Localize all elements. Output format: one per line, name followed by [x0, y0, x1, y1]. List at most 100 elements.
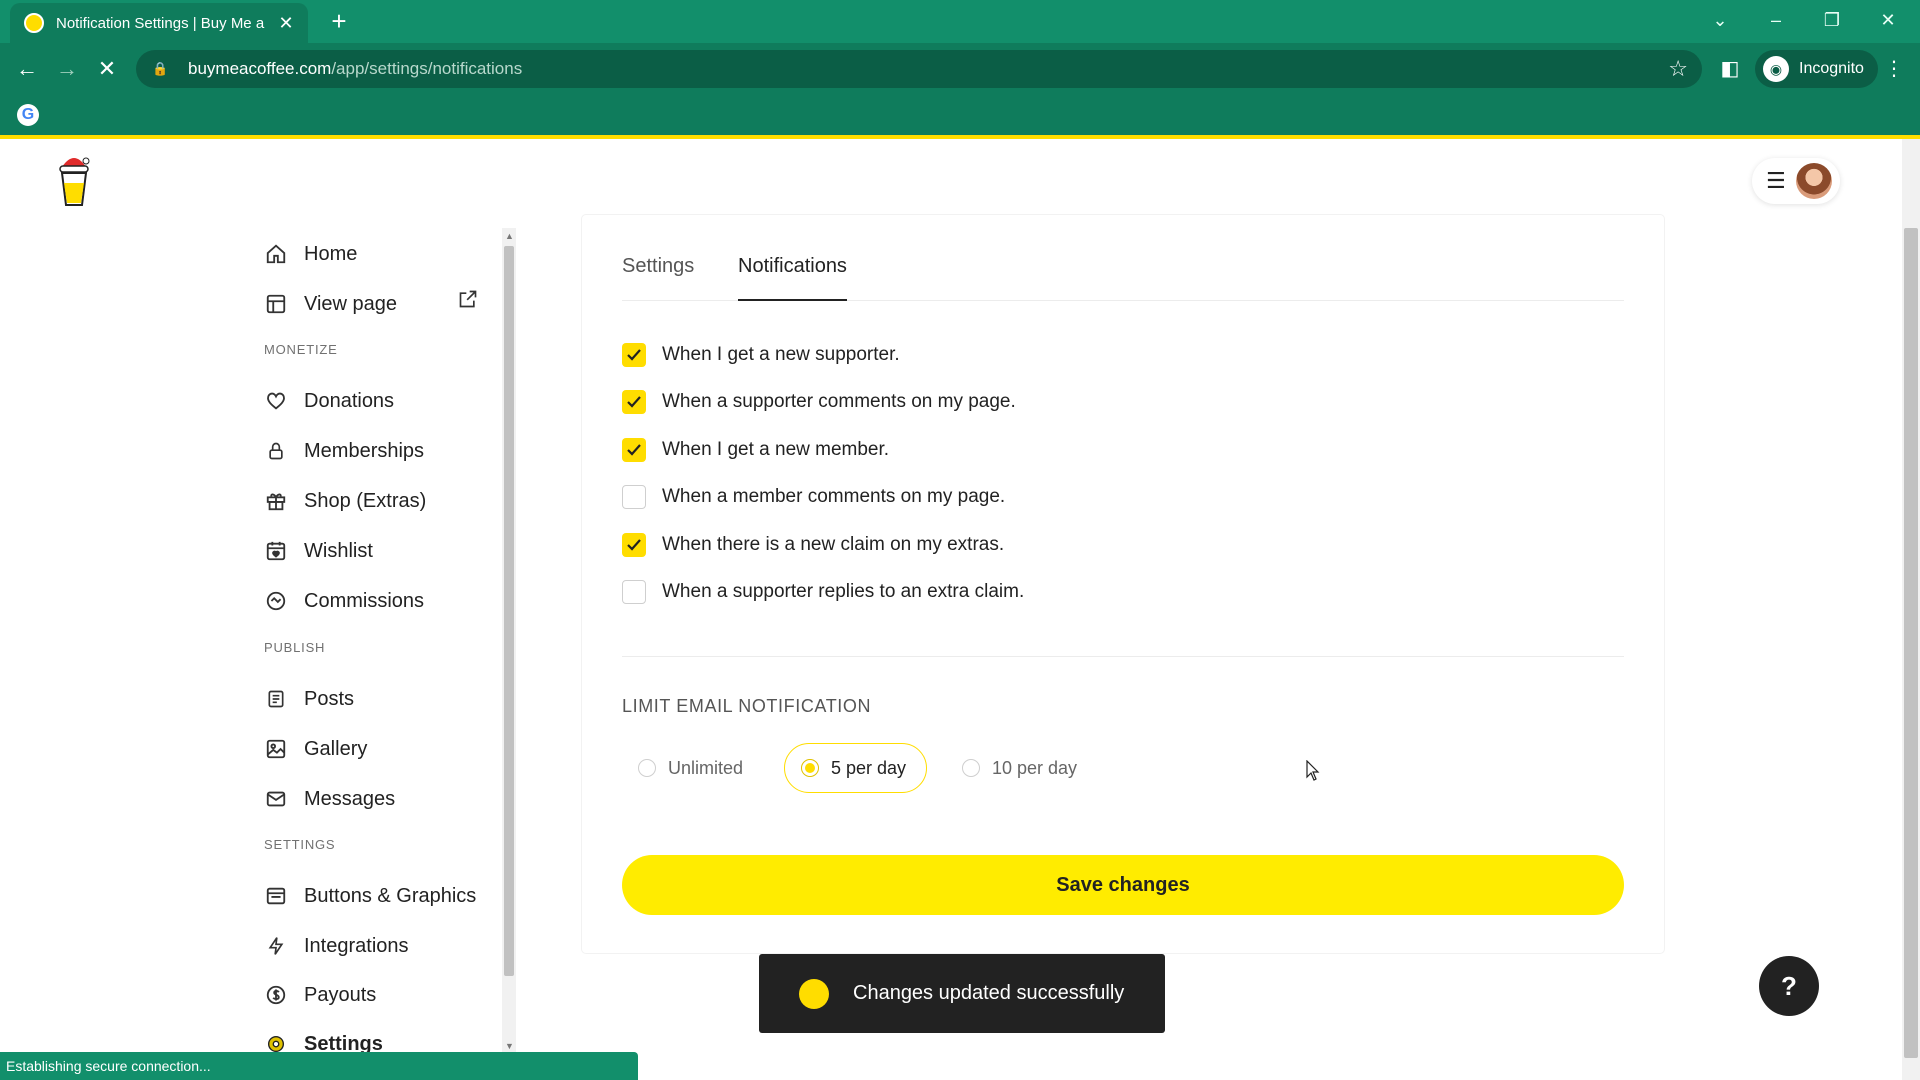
sidebar-item-label: View page	[304, 292, 398, 315]
toast-status-icon	[799, 978, 829, 1009]
notification-option-label: When I get a new supporter.	[662, 344, 900, 365]
notification-option[interactable]: When a supporter comments on my page.	[622, 389, 1016, 415]
tab-settings[interactable]: Settings	[622, 255, 694, 301]
document-icon	[264, 687, 288, 711]
minimize-button[interactable]: –	[1748, 0, 1804, 43]
sidebar-item-label: Messages	[304, 787, 396, 810]
layout-icon	[264, 292, 288, 316]
checkbox-unchecked[interactable]	[622, 580, 646, 604]
back-button[interactable]: ←	[10, 52, 44, 86]
notification-option[interactable]: When I get a new member.	[622, 437, 889, 463]
radio-10-per-day[interactable]: 10 per day	[946, 743, 1097, 793]
notification-option-label: When I get a new member.	[662, 439, 890, 460]
sidebar-item-payouts[interactable]: Payouts	[264, 980, 376, 1010]
favicon-icon	[24, 13, 44, 33]
mail-icon	[264, 787, 288, 811]
new-tab-button[interactable]: +	[324, 6, 354, 36]
tab-search-icon[interactable]: ⌄	[1692, 0, 1748, 43]
notification-option[interactable]: When a supporter replies to an extra cla…	[622, 579, 1024, 605]
sidebar-item-memberships[interactable]: Memberships	[264, 436, 424, 466]
page-scrollbar-thumb[interactable]	[1904, 228, 1918, 1058]
avatar	[1795, 163, 1832, 199]
checkbox-checked[interactable]	[622, 438, 646, 462]
sidebar-item-wishlist[interactable]: Wishlist	[264, 536, 373, 566]
tab-bar: Settings Notifications	[622, 243, 1624, 301]
sidebar-item-gallery[interactable]: Gallery	[264, 734, 367, 764]
sidebar-item-commissions[interactable]: Commissions	[264, 586, 424, 616]
tab-title: Notification Settings | Buy Me a	[56, 14, 265, 32]
sidebar-item-label: Wishlist	[304, 539, 373, 562]
notification-option[interactable]: When there is a new claim on my extras.	[622, 532, 1004, 558]
browser-menu-icon[interactable]: ⋮	[1882, 57, 1906, 81]
sidebar-item-posts[interactable]: Posts	[264, 684, 354, 714]
buymeacoffee-logo[interactable]	[56, 153, 92, 207]
tab-close-icon[interactable]: ✕	[276, 13, 296, 34]
stop-loading-button[interactable]: ✕	[90, 52, 124, 86]
success-toast: Changes updated successfully	[759, 954, 1165, 1033]
lightning-icon	[264, 934, 288, 958]
sidebar-item-shop[interactable]: Shop (Extras)	[264, 486, 426, 516]
bookmarks-bar: G	[0, 95, 1920, 135]
sidebar-item-label: Integrations	[304, 934, 409, 957]
sidebar-scrollbar-thumb[interactable]	[504, 246, 514, 976]
url-host: buymeacoffee.com	[188, 59, 332, 78]
notification-option-label: When a supporter comments on my page.	[662, 391, 1016, 412]
limit-email-title: LIMIT EMAIL NOTIFICATION	[622, 696, 872, 716]
help-button[interactable]: ?	[1759, 956, 1819, 1016]
sidebar-scroll-down-icon[interactable]: ▼	[505, 1042, 514, 1051]
heart-icon	[264, 389, 288, 413]
window-close-button[interactable]: ✕	[1860, 0, 1916, 43]
sidebar-item-label: Payouts	[304, 983, 377, 1006]
incognito-badge[interactable]: ◉ Incognito	[1755, 50, 1878, 88]
radio-icon	[962, 759, 980, 777]
radio-icon	[638, 759, 656, 777]
checkbox-unchecked[interactable]	[622, 485, 646, 509]
sidebar-item-view-page[interactable]: View page	[264, 289, 397, 319]
bookmark-star-icon[interactable]: ☆	[1668, 56, 1688, 82]
tab-notifications[interactable]: Notifications	[738, 255, 847, 301]
checkbox-checked[interactable]	[622, 390, 646, 414]
google-icon[interactable]: G	[17, 104, 39, 126]
url-bar[interactable]: 🔒 buymeacoffee.com/app/settings/notifica…	[136, 50, 1702, 88]
radio-unlimited[interactable]: Unlimited	[622, 743, 763, 793]
section-label-publish: PUBLISH	[264, 640, 326, 655]
side-panel-icon[interactable]: ◧	[1718, 57, 1742, 81]
radio-5-per-day[interactable]: 5 per day	[784, 743, 928, 793]
incognito-label: Incognito	[1799, 60, 1864, 77]
checkbox-checked[interactable]	[622, 533, 646, 557]
page: ☰ Home View page MONETIZE Donations Memb…	[0, 139, 1920, 1080]
external-link-icon[interactable]	[458, 289, 478, 309]
sidebar-item-home[interactable]: Home	[264, 239, 357, 269]
gift-icon	[264, 489, 288, 513]
sidebar-item-label: Buttons & Graphics	[304, 884, 477, 907]
checkbox-checked[interactable]	[622, 343, 646, 367]
restore-button[interactable]: ❐	[1804, 0, 1860, 43]
sidebar-scroll-up-icon[interactable]: ▲	[505, 232, 514, 241]
sidebar: Home View page MONETIZE Donations Member…	[248, 229, 518, 989]
notification-option-label: When a supporter replies to an extra cla…	[662, 581, 1025, 602]
toast-message: Changes updated successfully	[853, 982, 1125, 1004]
sidebar-item-buttons-graphics[interactable]: Buttons & Graphics	[264, 881, 476, 911]
address-bar-row: ← → ✕ 🔒 buymeacoffee.com/app/settings/no…	[0, 43, 1920, 95]
notification-option[interactable]: When a member comments on my page.	[622, 484, 1005, 510]
notification-option-label: When a member comments on my page.	[662, 486, 1006, 507]
sidebar-item-label: Posts	[304, 687, 355, 710]
sidebar-item-label: Donations	[304, 389, 395, 412]
browser-status-bar: Establishing secure connection...	[0, 1052, 638, 1080]
browser-tab-bar: Notification Settings | Buy Me a ✕ + ⌄ –…	[0, 0, 1920, 43]
sidebar-item-donations[interactable]: Donations	[264, 386, 394, 416]
sidebar-item-label: Gallery	[304, 737, 368, 760]
divider	[622, 656, 1624, 657]
sidebar-item-integrations[interactable]: Integrations	[264, 931, 409, 961]
save-changes-button[interactable]: Save changes	[622, 855, 1624, 915]
sidebar-item-messages[interactable]: Messages	[264, 784, 395, 814]
radio-label: 5 per day	[831, 757, 907, 778]
browser-tab[interactable]: Notification Settings | Buy Me a ✕	[10, 3, 308, 43]
user-menu-button[interactable]: ☰	[1752, 158, 1840, 204]
forward-button[interactable]: →	[50, 52, 84, 86]
home-icon	[264, 242, 288, 266]
sidebar-item-label: Shop (Extras)	[304, 489, 427, 512]
section-label-monetize: MONETIZE	[264, 342, 338, 357]
notification-option[interactable]: When I get a new supporter.	[622, 342, 900, 368]
lock-icon	[264, 439, 288, 463]
